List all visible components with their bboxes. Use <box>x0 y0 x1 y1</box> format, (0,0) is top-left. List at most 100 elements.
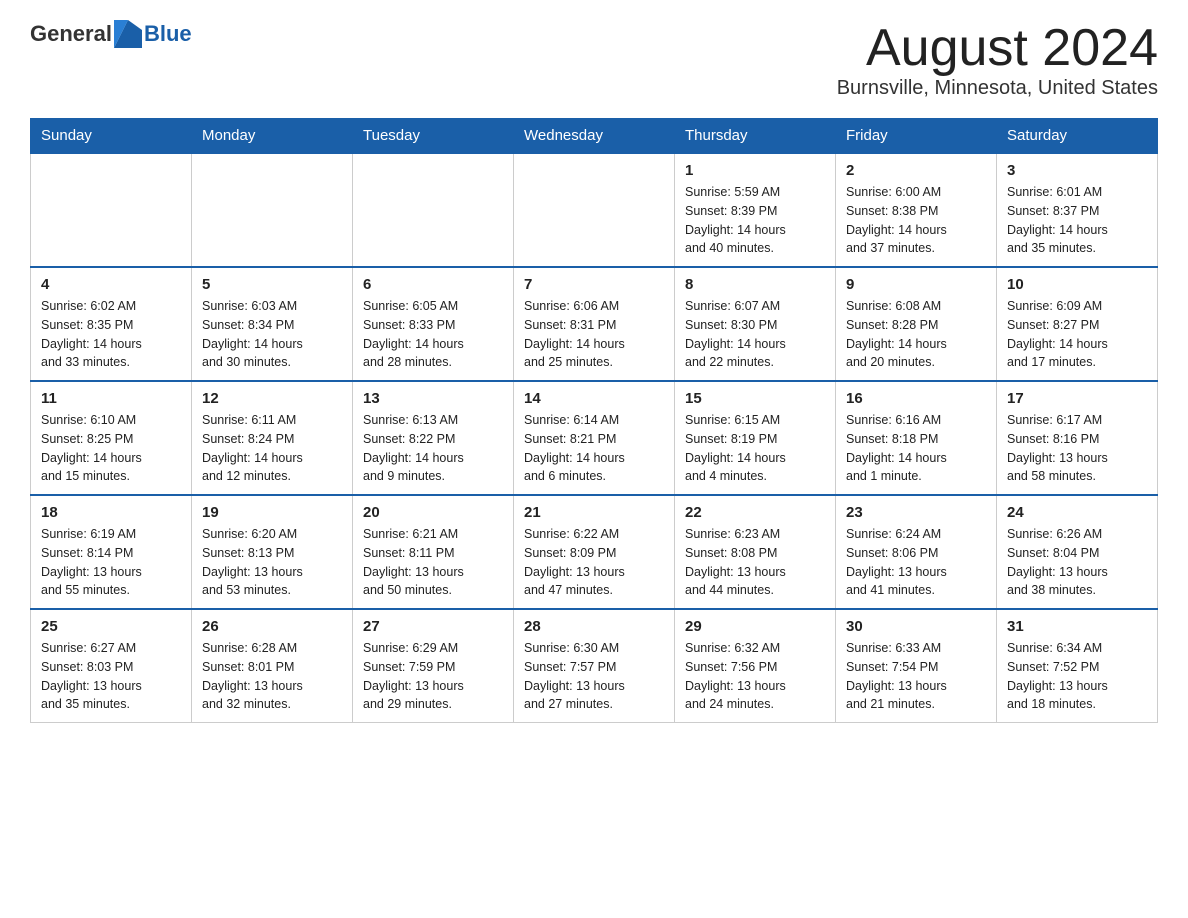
calendar-cell: 10 Sunrise: 6:09 AMSunset: 8:27 PMDayligh… <box>997 267 1158 381</box>
day-info: Sunrise: 6:13 AMSunset: 8:22 PMDaylight:… <box>363 411 503 486</box>
col-wednesday: Wednesday <box>514 119 675 154</box>
calendar-cell: 27 Sunrise: 6:29 AMSunset: 7:59 PMDayligh… <box>353 609 514 723</box>
calendar-cell: 22 Sunrise: 6:23 AMSunset: 8:08 PMDayligh… <box>675 495 836 609</box>
calendar-cell: 31 Sunrise: 6:34 AMSunset: 7:52 PMDayligh… <box>997 609 1158 723</box>
day-number: 22 <box>685 504 825 521</box>
day-info: Sunrise: 6:32 AMSunset: 7:56 PMDaylight:… <box>685 639 825 714</box>
calendar-cell: 1Sunrise: 5:59 AMSunset: 8:39 PMDaylight… <box>675 153 836 267</box>
day-info: Sunrise: 6:27 AMSunset: 8:03 PMDaylight:… <box>41 639 181 714</box>
calendar-cell: 6 Sunrise: 6:05 AMSunset: 8:33 PMDaylight… <box>353 267 514 381</box>
day-number: 19 <box>202 504 342 521</box>
day-info: Sunrise: 6:17 AMSunset: 8:16 PMDaylight:… <box>1007 411 1147 486</box>
day-info: Sunrise: 6:26 AMSunset: 8:04 PMDaylight:… <box>1007 525 1147 600</box>
day-number: 21 <box>524 504 664 521</box>
day-info: Sunrise: 6:29 AMSunset: 7:59 PMDaylight:… <box>363 639 503 714</box>
day-info: Sunrise: 6:11 AMSunset: 8:24 PMDaylight:… <box>202 411 342 486</box>
day-number: 25 <box>41 618 181 635</box>
day-info: Sunrise: 6:08 AMSunset: 8:28 PMDaylight:… <box>846 297 986 372</box>
col-saturday: Saturday <box>997 119 1158 154</box>
day-number: 4 <box>41 276 181 293</box>
calendar-cell: 4Sunrise: 6:02 AMSunset: 8:35 PMDaylight… <box>31 267 192 381</box>
day-number: 18 <box>41 504 181 521</box>
week-row-3: 11Sunrise: 6:10 AMSunset: 8:25 PMDayligh… <box>31 381 1158 495</box>
day-number: 14 <box>524 390 664 407</box>
day-number: 27 <box>363 618 503 635</box>
header: General Blue August 2024 Burnsville, Min… <box>30 20 1158 100</box>
day-info: Sunrise: 6:23 AMSunset: 8:08 PMDaylight:… <box>685 525 825 600</box>
calendar-cell: 8 Sunrise: 6:07 AMSunset: 8:30 PMDaylight… <box>675 267 836 381</box>
day-info: Sunrise: 6:24 AMSunset: 8:06 PMDaylight:… <box>846 525 986 600</box>
calendar-cell <box>353 153 514 267</box>
calendar-cell: 7Sunrise: 6:06 AMSunset: 8:31 PMDaylight… <box>514 267 675 381</box>
col-friday: Friday <box>836 119 997 154</box>
calendar-cell: 9 Sunrise: 6:08 AMSunset: 8:28 PMDaylight… <box>836 267 997 381</box>
calendar-cell: 24 Sunrise: 6:26 AMSunset: 8:04 PMDayligh… <box>997 495 1158 609</box>
week-row-4: 18 Sunrise: 6:19 AMSunset: 8:14 PMDayligh… <box>31 495 1158 609</box>
calendar-cell: 20 Sunrise: 6:21 AMSunset: 8:11 PMDayligh… <box>353 495 514 609</box>
col-tuesday: Tuesday <box>353 119 514 154</box>
calendar-cell <box>192 153 353 267</box>
calendar-cell: 3 Sunrise: 6:01 AMSunset: 8:37 PMDaylight… <box>997 153 1158 267</box>
day-info: Sunrise: 6:09 AMSunset: 8:27 PMDaylight:… <box>1007 297 1147 372</box>
day-info: Sunrise: 6:16 AMSunset: 8:18 PMDaylight:… <box>846 411 986 486</box>
header-row: Sunday Monday Tuesday Wednesday Thursday… <box>31 119 1158 154</box>
calendar-cell: 30Sunrise: 6:33 AMSunset: 7:54 PMDayligh… <box>836 609 997 723</box>
day-number: 6 <box>363 276 503 293</box>
day-number: 31 <box>1007 618 1147 635</box>
day-number: 3 <box>1007 162 1147 179</box>
day-info: Sunrise: 6:05 AMSunset: 8:33 PMDaylight:… <box>363 297 503 372</box>
day-number: 13 <box>363 390 503 407</box>
day-number: 23 <box>846 504 986 521</box>
calendar-cell: 16 Sunrise: 6:16 AMSunset: 8:18 PMDayligh… <box>836 381 997 495</box>
calendar-cell: 15 Sunrise: 6:15 AMSunset: 8:19 PMDayligh… <box>675 381 836 495</box>
day-number: 1 <box>685 162 825 179</box>
calendar-cell: 13 Sunrise: 6:13 AMSunset: 8:22 PMDayligh… <box>353 381 514 495</box>
day-number: 2 <box>846 162 986 179</box>
day-number: 9 <box>846 276 986 293</box>
day-info: Sunrise: 6:10 AMSunset: 8:25 PMDaylight:… <box>41 411 181 486</box>
calendar-cell: 29Sunrise: 6:32 AMSunset: 7:56 PMDayligh… <box>675 609 836 723</box>
week-row-5: 25 Sunrise: 6:27 AMSunset: 8:03 PMDayligh… <box>31 609 1158 723</box>
calendar-cell: 19 Sunrise: 6:20 AMSunset: 8:13 PMDayligh… <box>192 495 353 609</box>
day-info: Sunrise: 6:07 AMSunset: 8:30 PMDaylight:… <box>685 297 825 372</box>
day-info: Sunrise: 6:03 AMSunset: 8:34 PMDaylight:… <box>202 297 342 372</box>
logo-blue-text: Blue <box>144 21 192 47</box>
day-info: Sunrise: 6:21 AMSunset: 8:11 PMDaylight:… <box>363 525 503 600</box>
day-number: 10 <box>1007 276 1147 293</box>
day-info: Sunrise: 6:19 AMSunset: 8:14 PMDaylight:… <box>41 525 181 600</box>
logo-icon <box>114 20 142 48</box>
day-info: Sunrise: 6:15 AMSunset: 8:19 PMDaylight:… <box>685 411 825 486</box>
day-info: Sunrise: 6:01 AMSunset: 8:37 PMDaylight:… <box>1007 183 1147 258</box>
day-number: 24 <box>1007 504 1147 521</box>
calendar-cell: 18 Sunrise: 6:19 AMSunset: 8:14 PMDayligh… <box>31 495 192 609</box>
day-info: Sunrise: 6:14 AMSunset: 8:21 PMDaylight:… <box>524 411 664 486</box>
location-subtitle: Burnsville, Minnesota, United States <box>837 77 1158 100</box>
day-number: 8 <box>685 276 825 293</box>
calendar-cell: 2Sunrise: 6:00 AMSunset: 8:38 PMDaylight… <box>836 153 997 267</box>
calendar-cell: 5 Sunrise: 6:03 AMSunset: 8:34 PMDaylight… <box>192 267 353 381</box>
calendar-table: Sunday Monday Tuesday Wednesday Thursday… <box>30 118 1158 723</box>
week-row-1: 1Sunrise: 5:59 AMSunset: 8:39 PMDaylight… <box>31 153 1158 267</box>
month-title: August 2024 <box>837 20 1158 77</box>
day-info: Sunrise: 6:33 AMSunset: 7:54 PMDaylight:… <box>846 639 986 714</box>
calendar-cell: 17 Sunrise: 6:17 AMSunset: 8:16 PMDayligh… <box>997 381 1158 495</box>
col-monday: Monday <box>192 119 353 154</box>
calendar-cell: 14 Sunrise: 6:14 AMSunset: 8:21 PMDayligh… <box>514 381 675 495</box>
calendar-cell: 28Sunrise: 6:30 AMSunset: 7:57 PMDayligh… <box>514 609 675 723</box>
day-number: 28 <box>524 618 664 635</box>
day-number: 12 <box>202 390 342 407</box>
day-info: Sunrise: 6:06 AMSunset: 8:31 PMDaylight:… <box>524 297 664 372</box>
col-thursday: Thursday <box>675 119 836 154</box>
day-number: 20 <box>363 504 503 521</box>
day-number: 15 <box>685 390 825 407</box>
logo: General Blue <box>30 20 192 48</box>
day-number: 5 <box>202 276 342 293</box>
calendar-cell: 21Sunrise: 6:22 AMSunset: 8:09 PMDayligh… <box>514 495 675 609</box>
day-info: Sunrise: 6:34 AMSunset: 7:52 PMDaylight:… <box>1007 639 1147 714</box>
calendar-cell <box>514 153 675 267</box>
col-sunday: Sunday <box>31 119 192 154</box>
day-info: Sunrise: 6:28 AMSunset: 8:01 PMDaylight:… <box>202 639 342 714</box>
day-number: 16 <box>846 390 986 407</box>
day-info: Sunrise: 6:20 AMSunset: 8:13 PMDaylight:… <box>202 525 342 600</box>
day-number: 17 <box>1007 390 1147 407</box>
